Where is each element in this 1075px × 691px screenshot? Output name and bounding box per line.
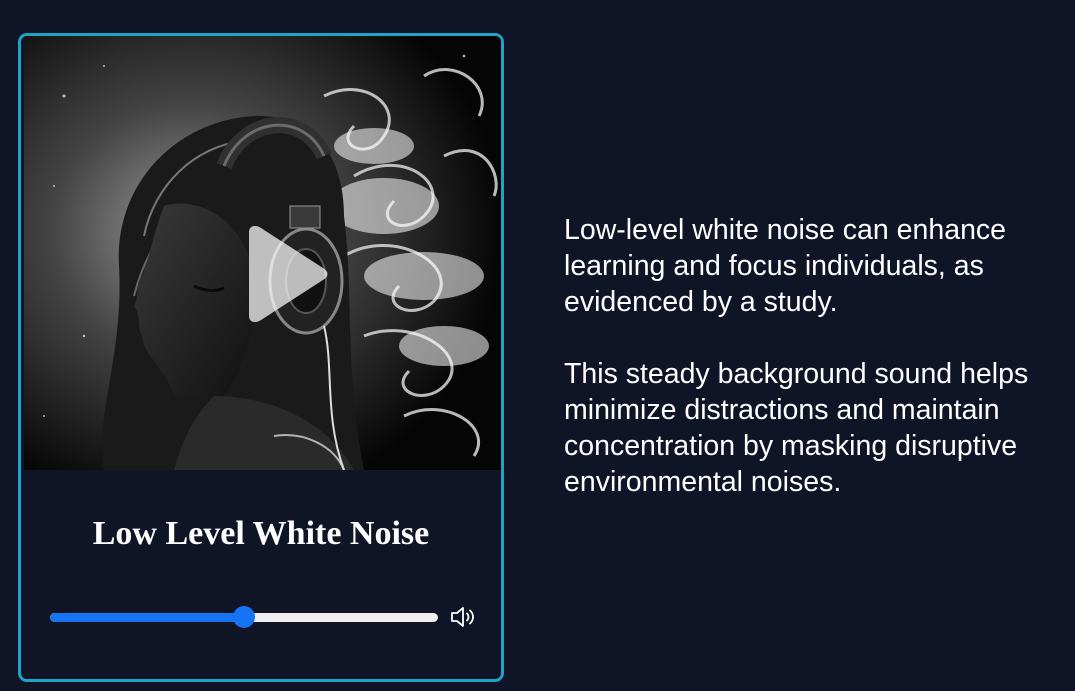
- volume-slider[interactable]: [50, 606, 438, 628]
- description-text: Low-level white noise can enhance learni…: [564, 212, 1064, 536]
- speaker-volume-icon[interactable]: [449, 604, 477, 630]
- description-paragraph: Low-level white noise can enhance learni…: [564, 214, 1007, 318]
- description-paragraph: This steady background sound helps minim…: [564, 358, 1029, 498]
- slider-thumb[interactable]: [233, 606, 255, 628]
- slider-fill: [50, 613, 244, 622]
- album-artwork: [24, 36, 501, 470]
- audio-player-card: Low Level White Noise: [18, 33, 504, 682]
- play-icon[interactable]: [239, 226, 329, 322]
- track-title: Low Level White Noise: [92, 515, 430, 552]
